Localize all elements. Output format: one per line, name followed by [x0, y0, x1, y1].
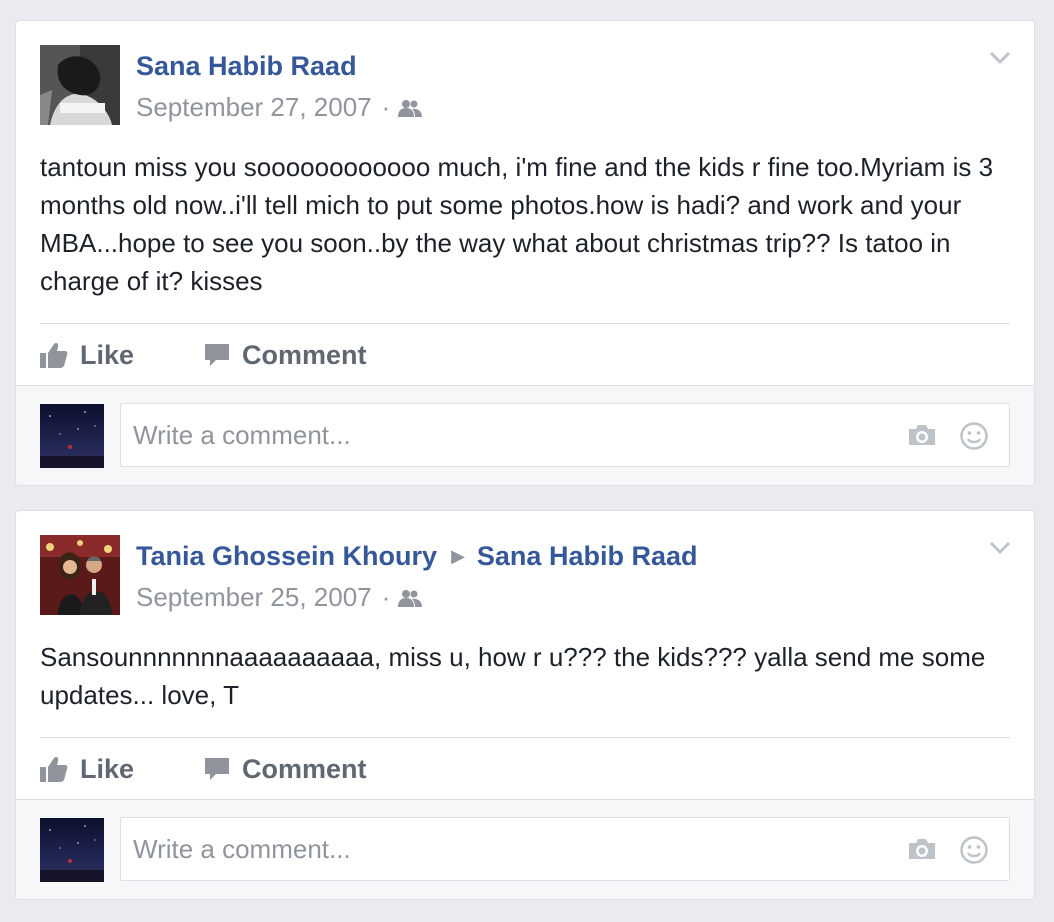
post-card: Sana Habib Raad September 27, 2007 · tan…: [15, 20, 1035, 486]
post-meta: September 25, 2007 ·: [136, 582, 423, 613]
chevron-down-icon[interactable]: [988, 539, 1012, 557]
author-avatar[interactable]: [40, 535, 120, 615]
camera-icon[interactable]: [907, 837, 937, 861]
meta-separator: ·: [381, 582, 391, 612]
emoji-icon[interactable]: [959, 835, 989, 865]
author-name-link[interactable]: Tania Ghossein Khoury: [136, 541, 437, 571]
chevron-down-icon[interactable]: [988, 49, 1012, 67]
comment-icon: [205, 344, 230, 366]
camera-icon[interactable]: [907, 423, 937, 447]
comment-input[interactable]: Write a comment...: [120, 403, 1010, 467]
thumbs-up-icon: [40, 343, 68, 368]
post-header: Tania Ghossein Khoury ▶ Sana Habib Raad: [136, 541, 697, 572]
like-button[interactable]: Like: [40, 340, 134, 371]
friends-icon[interactable]: [398, 589, 423, 607]
author-name-link[interactable]: Sana Habib Raad: [136, 51, 357, 81]
comment-composer: Write a comment...: [16, 799, 1034, 899]
comment-placeholder: Write a comment...: [133, 420, 351, 450]
meta-separator: ·: [381, 92, 391, 122]
comment-placeholder: Write a comment...: [133, 834, 351, 864]
comment-label: Comment: [242, 753, 367, 784]
arrow-right-icon: ▶: [451, 546, 465, 566]
like-button[interactable]: Like: [40, 754, 134, 785]
viewer-avatar[interactable]: [40, 404, 104, 468]
friends-icon[interactable]: [398, 99, 423, 117]
comment-input[interactable]: Write a comment...: [120, 817, 1010, 881]
post-date[interactable]: September 25, 2007: [136, 582, 372, 613]
post-text: tantoun miss you soooooooooooo much, i'm…: [40, 152, 994, 296]
viewer-avatar[interactable]: [40, 818, 104, 882]
post-actions: Like Comment: [40, 739, 437, 799]
post-card: Tania Ghossein Khoury ▶ Sana Habib Raad Se…: [15, 510, 1035, 900]
post-date[interactable]: September 27, 2007: [136, 92, 372, 123]
like-label: Like: [80, 339, 135, 370]
comment-button[interactable]: Comment: [204, 754, 367, 785]
post-meta: September 27, 2007 ·: [136, 92, 423, 123]
comment-button[interactable]: Comment: [204, 340, 367, 371]
like-label: Like: [80, 753, 135, 784]
post-actions: Like Comment: [40, 325, 437, 385]
divider: [40, 737, 1010, 738]
target-name-link[interactable]: Sana Habib Raad: [477, 541, 698, 571]
author-avatar[interactable]: [40, 45, 120, 125]
post-text: Sansounnnnnnnaaaaaaaaaa, miss u, how r u…: [40, 642, 986, 710]
thumbs-up-icon: [40, 757, 68, 782]
divider: [40, 323, 1010, 324]
comment-label: Comment: [242, 339, 367, 370]
comment-icon: [205, 758, 230, 780]
comment-composer: Write a comment...: [16, 385, 1034, 485]
post-header: Sana Habib Raad: [136, 51, 357, 82]
emoji-icon[interactable]: [959, 421, 989, 451]
